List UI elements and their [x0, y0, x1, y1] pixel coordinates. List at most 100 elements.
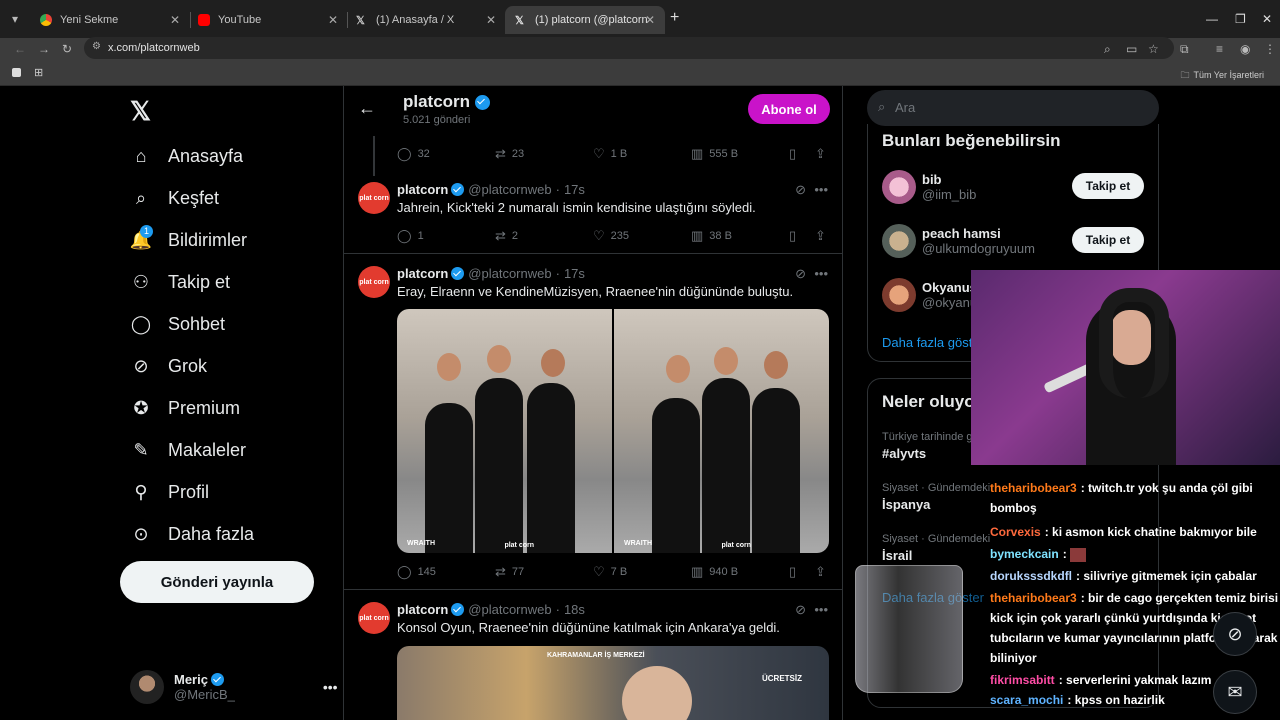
- zoom-icon[interactable]: ⌕: [1104, 42, 1111, 57]
- sidebar-item-more[interactable]: ⊙ Daha fazla: [120, 513, 330, 555]
- reload-icon[interactable]: ↻: [62, 42, 72, 56]
- grok-icon[interactable]: ⊘: [795, 602, 806, 618]
- sidebar-item-premium[interactable]: ✪ Premium: [120, 387, 330, 429]
- views-button[interactable]: ▥ 940 B: [691, 564, 738, 580]
- subscribe-button[interactable]: Abone ol: [748, 94, 830, 124]
- avatar[interactable]: plat corn: [358, 602, 390, 634]
- tweet-author[interactable]: platcorn: [397, 602, 448, 617]
- close-icon[interactable]: ✕: [645, 13, 655, 27]
- site-info-icon[interactable]: ⚙: [92, 41, 101, 52]
- avatar[interactable]: plat corn: [358, 182, 390, 214]
- suggestion-item[interactable]: bib @iim_bib: [882, 170, 976, 204]
- follow-button[interactable]: Takip et: [1072, 173, 1144, 199]
- share-button[interactable]: ⇪: [815, 564, 832, 580]
- trend-item[interactable]: Türkiye tarihinde g #alyvts: [882, 431, 973, 461]
- share-button[interactable]: ⇪: [815, 228, 832, 244]
- follow-button[interactable]: Takip et: [1072, 227, 1144, 253]
- forward-icon[interactable]: →: [38, 42, 50, 56]
- views-button[interactable]: ▥ 38 B: [691, 228, 732, 244]
- share-button[interactable]: ⇪: [815, 146, 832, 162]
- window-close-icon[interactable]: ✕: [1262, 12, 1272, 26]
- back-icon[interactable]: ←: [14, 42, 26, 56]
- messages-fab[interactable]: ✉: [1213, 670, 1257, 714]
- suggestion-item[interactable]: peach hamsi @ulkumdogruyuum: [882, 224, 1035, 258]
- tweet-handle[interactable]: @platcornweb: [468, 266, 551, 281]
- bookmark-button[interactable]: ▯: [789, 228, 802, 244]
- tweet-handle[interactable]: @platcornweb: [468, 602, 551, 617]
- sidebar-item-grok[interactable]: ⊘ Grok: [120, 345, 330, 387]
- close-icon[interactable]: ✕: [328, 13, 338, 27]
- tab-new[interactable]: Yeni Sekme ✕: [30, 6, 190, 34]
- close-icon[interactable]: ✕: [170, 13, 180, 27]
- tweet-author[interactable]: platcorn: [397, 266, 448, 281]
- search-input[interactable]: ⌕ Ara: [867, 90, 1159, 126]
- show-more-link[interactable]: Daha fazla göster: [882, 335, 984, 350]
- tab-x-home[interactable]: 𝕏 (1) Anasayfa / X ✕: [346, 6, 506, 34]
- back-arrow-icon[interactable]: ←: [358, 98, 376, 119]
- tweet[interactable]: plat corn platcorn @platcornweb · 17s ⊘ …: [344, 170, 842, 254]
- trend-item[interactable]: Siyaset · Gündemdeki İsrail: [882, 533, 990, 563]
- more-icon[interactable]: •••: [814, 266, 828, 281]
- reply-button[interactable]: ◯ 1: [397, 228, 424, 244]
- tab-x-platcorn[interactable]: 𝕏 (1) platcorn (@platcornweb) / X ✕: [505, 6, 665, 34]
- account-switcher[interactable]: Meriç @MericB_ •••: [130, 670, 338, 704]
- tab-search-icon[interactable]: [12, 68, 21, 77]
- suggestion-item[interactable]: Okyanus @okyanu: [882, 278, 977, 312]
- menu-icon[interactable]: ⋮: [1264, 42, 1276, 56]
- reply-button[interactable]: ◯ 145: [397, 564, 436, 580]
- tweet[interactable]: plat corn platcorn @platcornweb · 17s ⊘ …: [344, 254, 842, 590]
- photo-left[interactable]: WRAITH plat corn: [397, 309, 612, 553]
- url-input[interactable]: ⚙ x.com/platcornweb: [84, 37, 1174, 59]
- minimize-icon[interactable]: —: [1206, 12, 1218, 26]
- like-button[interactable]: ♡ 235: [593, 228, 629, 244]
- close-icon[interactable]: ✕: [486, 13, 496, 27]
- tweet[interactable]: plat corn platcorn @platcornweb · 18s ⊘ …: [344, 590, 842, 720]
- cast-icon[interactable]: ▭: [1126, 42, 1137, 56]
- avatar[interactable]: plat corn: [358, 266, 390, 298]
- views-button[interactable]: ▥ 555 B: [691, 146, 738, 162]
- retweet-button[interactable]: ⇄ 23: [495, 146, 524, 162]
- sidebar-item-home[interactable]: ⌂ Anasayfa: [120, 135, 330, 177]
- maximize-icon[interactable]: ❐: [1235, 12, 1246, 26]
- retweet-button[interactable]: ⇄ 2: [495, 228, 518, 244]
- x-logo-icon[interactable]: 𝕏: [130, 96, 151, 127]
- all-bookmarks[interactable]: 🗀 Tüm Yer İşaretleri: [1180, 68, 1264, 84]
- tweet-time[interactable]: 17s: [564, 266, 585, 281]
- sidebar-item-profile[interactable]: ⚲ Profil: [120, 471, 330, 513]
- grok-icon[interactable]: ⊘: [795, 182, 806, 198]
- tweet-handle[interactable]: @platcornweb: [468, 182, 551, 197]
- bookmark-button[interactable]: ▯: [789, 146, 802, 162]
- bookmark-star-icon[interactable]: ☆: [1148, 42, 1159, 56]
- more-icon[interactable]: •••: [814, 602, 828, 617]
- sidebar-item-chat[interactable]: ◯ Sohbet: [120, 303, 330, 345]
- media-icon[interactable]: ≡: [1216, 42, 1223, 56]
- trend-item[interactable]: Siyaset · Gündemdeki İspanya: [882, 482, 990, 512]
- grok-icon[interactable]: ⊘: [795, 266, 806, 282]
- account-icon[interactable]: ◉: [1240, 42, 1250, 56]
- new-tab-icon[interactable]: +: [670, 9, 679, 27]
- sidebar-item-follow[interactable]: ⚇ Takip et: [120, 261, 330, 303]
- photo-sign: KAHRAMANLAR İŞ MERKEZİ: [547, 652, 645, 659]
- grok-fab[interactable]: ⊘: [1213, 612, 1257, 656]
- tweet-author[interactable]: platcorn: [397, 182, 448, 197]
- more-icon[interactable]: •••: [814, 182, 828, 197]
- like-button[interactable]: ♡ 1 B: [593, 146, 627, 162]
- photo-right[interactable]: WRAITH plat corn: [614, 309, 829, 553]
- tab-youtube[interactable]: YouTube ✕: [188, 6, 348, 34]
- like-button[interactable]: ♡ 7 B: [593, 564, 627, 580]
- apps-icon[interactable]: ⊞: [34, 66, 43, 79]
- reply-button[interactable]: ◯ 32: [397, 146, 430, 162]
- retweet-button[interactable]: ⇄ 77: [495, 564, 524, 580]
- tweet-photo[interactable]: WRAITH plat corn WRAITH plat corn: [397, 309, 829, 553]
- more-icon[interactable]: •••: [323, 679, 338, 695]
- tweet-photo[interactable]: KAHRAMANLAR İŞ MERKEZİ ÜCRETSİZ: [397, 646, 829, 720]
- sidebar-item-articles[interactable]: ✎ Makaleler: [120, 429, 330, 471]
- post-button[interactable]: Gönderi yayınla: [120, 561, 314, 603]
- tab-list-icon[interactable]: ▾: [12, 12, 18, 26]
- tweet-time[interactable]: 18s: [564, 602, 585, 617]
- extensions-icon[interactable]: ⧉: [1180, 42, 1189, 57]
- sidebar-item-notifications[interactable]: 🔔 1 Bildirimler: [120, 219, 330, 261]
- sidebar-item-explore[interactable]: ⌕ Keşfet: [120, 177, 330, 219]
- tweet-time[interactable]: 17s: [564, 182, 585, 197]
- bookmark-button[interactable]: ▯: [789, 564, 802, 580]
